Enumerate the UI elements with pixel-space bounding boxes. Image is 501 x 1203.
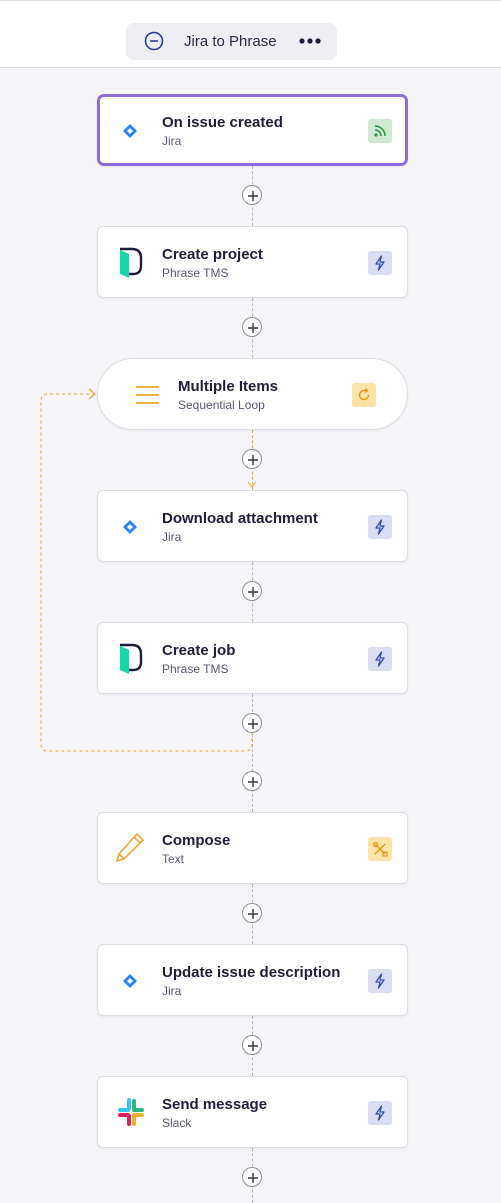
list-lines-icon — [134, 379, 162, 411]
phrase-tms-icon — [116, 643, 144, 675]
step-subtitle: Phrase TMS — [162, 662, 229, 676]
jira-icon — [116, 511, 144, 543]
add-step-button[interactable] — [242, 185, 262, 205]
step-subtitle: Text — [162, 852, 185, 866]
add-step-button[interactable] — [242, 1035, 262, 1055]
step-subtitle: Phrase TMS — [162, 266, 229, 280]
add-step-button[interactable] — [242, 1167, 262, 1187]
step-title: Multiple Items — [178, 378, 279, 395]
minus-circle-icon[interactable] — [144, 31, 164, 51]
step-card-create-job[interactable]: Create job Phrase TMS — [97, 622, 408, 694]
step-subtitle: Jira — [162, 530, 182, 544]
lightning-icon — [368, 969, 392, 993]
jira-icon — [116, 965, 144, 997]
flow-title-pill: Jira to Phrase — [126, 23, 337, 60]
step-card-update-issue-description[interactable]: Update issue description Jira — [97, 944, 408, 1016]
top-bar: Jira to Phrase — [0, 0, 501, 68]
step-card-multiple-items[interactable]: Multiple Items Sequential Loop — [97, 358, 408, 430]
step-title: On issue created — [162, 114, 283, 131]
step-title: Compose — [162, 832, 231, 849]
more-dots-icon[interactable] — [298, 32, 322, 50]
step-subtitle: Sequential Loop — [178, 398, 265, 412]
add-step-button[interactable] — [242, 449, 262, 469]
lightning-icon — [368, 1101, 392, 1125]
step-card-download-attachment[interactable]: Download attachment Jira — [97, 490, 408, 562]
step-card-send-message[interactable]: Send message Slack — [97, 1076, 408, 1148]
step-card-create-project[interactable]: Create project Phrase TMS — [97, 226, 408, 298]
slack-icon — [114, 1095, 144, 1127]
step-card-compose[interactable]: Compose Text — [97, 812, 408, 884]
step-subtitle: Slack — [162, 1116, 192, 1130]
add-step-button[interactable] — [242, 771, 262, 791]
lightning-icon — [368, 251, 392, 275]
phrase-tms-icon — [116, 247, 144, 279]
add-step-button[interactable] — [242, 713, 262, 733]
connector-line — [252, 694, 253, 812]
step-title: Create job — [162, 642, 236, 659]
step-title: Send message — [162, 1096, 268, 1113]
lightning-icon — [368, 647, 392, 671]
step-card-on-issue-created[interactable]: On issue created Jira — [97, 94, 408, 166]
pencil-icon — [114, 831, 144, 863]
tools-icon — [368, 837, 392, 861]
loop-return-path — [40, 388, 257, 752]
step-title: Update issue description — [162, 964, 341, 981]
step-subtitle: Jira — [162, 134, 182, 148]
add-step-button[interactable] — [242, 581, 262, 601]
step-subtitle: Jira — [162, 984, 182, 998]
trigger-feed-icon — [368, 119, 392, 143]
add-step-button[interactable] — [242, 317, 262, 337]
jira-icon — [116, 115, 144, 147]
lightning-icon — [368, 515, 392, 539]
step-title: Download attachment — [162, 510, 318, 527]
loop-refresh-icon — [352, 383, 376, 407]
step-title: Create project — [162, 246, 263, 263]
flow-title: Jira to Phrase — [184, 33, 277, 50]
add-step-button[interactable] — [242, 903, 262, 923]
